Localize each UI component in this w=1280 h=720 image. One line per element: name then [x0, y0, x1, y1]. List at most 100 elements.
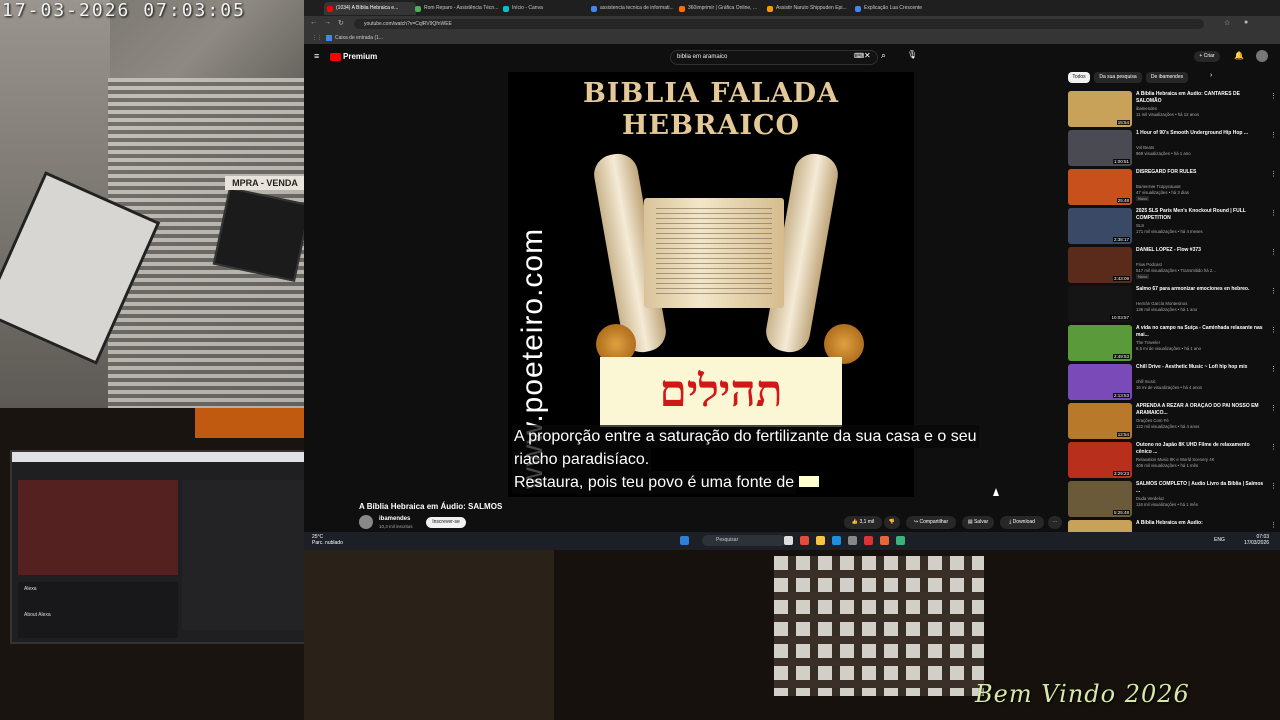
suggestion-thumbnail[interactable]: 2:49:53: [1068, 325, 1132, 361]
suggestion-thumbnail[interactable]: 25:48: [1068, 169, 1132, 205]
more-options-icon[interactable]: ⋮: [1270, 92, 1277, 100]
system-clock[interactable]: 07:03 17/03/2026: [1244, 534, 1269, 546]
more-options-icon[interactable]: ⋮: [1270, 482, 1277, 490]
more-options-icon[interactable]: ⋮: [1270, 287, 1277, 295]
back-icon[interactable]: ←: [310, 19, 317, 26]
suggestion-thumbnail[interactable]: 1:00:51: [1068, 130, 1132, 166]
suggestion-title[interactable]: Outono no Japão 8K UHD Filme de relaxame…: [1136, 442, 1264, 455]
suggestion-title[interactable]: 1 Hour of 90's Smooth Underground Hip Ho…: [1136, 130, 1264, 137]
suggestion-item[interactable]: 10:03:57 Salmo 67 para armonizar emocione…: [1068, 286, 1280, 322]
keyboard-icon[interactable]: ⌨: [854, 52, 864, 60]
like-button[interactable]: 👍 3,1 mil: [844, 516, 882, 529]
more-options-icon[interactable]: ⋮: [1270, 131, 1277, 139]
suggestion-thumbnail[interactable]: 5:25:48: [1068, 481, 1132, 517]
channel-avatar[interactable]: [359, 515, 373, 529]
suggestion-thumbnail[interactable]: 3:29:23: [1068, 442, 1132, 478]
browser-tab[interactable]: Explicação Lua Crescente: [852, 2, 944, 15]
apps-icon[interactable]: ⋮⋮: [312, 32, 322, 44]
suggestion-title[interactable]: SALMOS COMPLETO | Áudio Livro da Bíblia …: [1136, 481, 1264, 494]
more-options-icon[interactable]: ⋮: [1270, 365, 1277, 373]
chip-from-search[interactable]: Da sua pesquisa: [1094, 72, 1142, 83]
chip-all[interactable]: Todos: [1068, 72, 1090, 83]
store-icon[interactable]: [848, 536, 857, 545]
suggestion-item[interactable]: 2:49:53 A vida no campo na Suíça - Caminh…: [1068, 325, 1280, 361]
suggestion-thumbnail[interactable]: 12:54: [1068, 403, 1132, 439]
taskbar-search[interactable]: Pesquisar: [702, 535, 786, 546]
reload-icon[interactable]: ↻: [338, 19, 344, 27]
suggestion-title[interactable]: A vida no campo na Suíça - Caminhada rel…: [1136, 325, 1264, 338]
suggestion-thumbnail[interactable]: 3:43:09: [1068, 247, 1132, 283]
chip-from-channel[interactable]: De ibamendes: [1146, 72, 1188, 83]
bookmark-inbox[interactable]: Caixa de entrada (1...: [335, 32, 383, 44]
youtube-logo[interactable]: Premium: [330, 52, 377, 61]
save-button[interactable]: ▤ Salvar: [962, 516, 994, 529]
search-input[interactable]: biblia em aramaico: [670, 50, 878, 65]
forward-icon[interactable]: →: [324, 19, 331, 26]
clear-icon[interactable]: ✕: [864, 51, 871, 60]
suggestion-item[interactable]: 3:43:09 DANIEL LOPEZ - Flow #373 Flow Podc…: [1068, 247, 1280, 283]
suggestion-item[interactable]: 15:54 A Bíblia Hebraica em Áudio: CANTARE…: [1068, 91, 1280, 127]
more-options-icon[interactable]: ⋮: [1270, 170, 1277, 178]
download-button[interactable]: ⤓ Download: [1000, 516, 1044, 529]
browser-tab[interactable]: 360imprimir | Gráfica Online, ...: [676, 2, 768, 15]
suggestion-title[interactable]: Salmo 67 para armonizar emociones en heb…: [1136, 286, 1264, 293]
more-options-icon[interactable]: ⋮: [1270, 521, 1277, 529]
suggestion-title[interactable]: A Bíblia Hebraica em Áudio: CANTARES DE …: [1136, 91, 1264, 104]
suggestion-item[interactable]: 12:54 APRENDA A REZAR A ORAÇÃO DO PAI NOS…: [1068, 403, 1280, 439]
menu-icon[interactable]: ≡: [314, 51, 319, 61]
browser-tab[interactable]: (1034) A Bíblia Hebraica e...: [324, 2, 416, 15]
dislike-button[interactable]: 👎: [884, 516, 900, 529]
microphone-icon[interactable]: 🎙: [907, 50, 917, 59]
suggestion-item[interactable]: 2:38:17 2025 SLS Paris Men's Knockout Rou…: [1068, 208, 1280, 244]
app-icon[interactable]: [864, 536, 873, 545]
suggestion-item[interactable]: 25:48 DISREGARD FOR RULES Валентин Тсаруса…: [1068, 169, 1280, 205]
channel-name[interactable]: ibamendes: [379, 516, 410, 522]
language-indicator[interactable]: ENG: [1214, 537, 1225, 543]
suggestion-thumbnail[interactable]: 10:03:57: [1068, 286, 1132, 322]
suggestion-title[interactable]: APRENDA A REZAR A ORAÇÃO DO PAI NOSSO EM…: [1136, 403, 1264, 416]
suggestion-item[interactable]: 2:13:53 Chill Drive - Aesthetic Music ~ L…: [1068, 364, 1280, 400]
more-options-icon[interactable]: ⋮: [1270, 326, 1277, 334]
url-input[interactable]: youtube.com/watch?v=CqlRV9QfnWEE: [354, 19, 1204, 29]
edge-icon[interactable]: [832, 536, 841, 545]
browser-tab[interactable]: Assistir Naruto Shippuden Epi...: [764, 2, 856, 15]
tab-favicon: [327, 6, 333, 12]
suggestion-thumbnail[interactable]: 2:38:17: [1068, 208, 1132, 244]
chrome-icon[interactable]: [800, 536, 809, 545]
search-icon[interactable]: ⌕: [881, 50, 886, 61]
subscribe-button[interactable]: Inscrever-se: [426, 517, 466, 528]
suggestion-title[interactable]: Chill Drive - Aesthetic Music ~ Lofi hip…: [1136, 364, 1264, 371]
profile-icon[interactable]: ●: [1244, 19, 1248, 26]
file-explorer-icon[interactable]: [816, 536, 825, 545]
create-button[interactable]: + Criar: [1194, 51, 1220, 62]
suggestion-item[interactable]: 5:25:48 SALMOS COMPLETO | Áudio Livro da …: [1068, 481, 1280, 517]
suggestion-title[interactable]: A Bíblia Hebraica em Áudio:: [1136, 520, 1264, 527]
chevron-right-icon[interactable]: ›: [1210, 72, 1212, 79]
start-icon[interactable]: [680, 536, 689, 545]
avatar[interactable]: [1256, 50, 1268, 62]
taskview-icon[interactable]: [784, 536, 793, 545]
more-options-icon[interactable]: ⋮: [1270, 404, 1277, 412]
more-options-icon[interactable]: ⋮: [1270, 443, 1277, 451]
more-options-icon[interactable]: ⋮: [1270, 209, 1277, 217]
suggestion-item[interactable]: 3:29:23 Outono no Japão 8K UHD Filme de r…: [1068, 442, 1280, 478]
firefox-icon[interactable]: [880, 536, 889, 545]
more-options-icon[interactable]: ⋮: [1270, 248, 1277, 256]
suggestion-item[interactable]: 1:00:51 1 Hour of 90's Smooth Underground…: [1068, 130, 1280, 166]
suggestion-title[interactable]: 2025 SLS Paris Men's Knockout Round | FU…: [1136, 208, 1264, 221]
weather-widget[interactable]: 25°C Parc. nublado: [312, 534, 343, 546]
suggestion-thumbnail[interactable]: 2:13:53: [1068, 364, 1132, 400]
browser-tab[interactable]: assistencia tecnica de informati...: [588, 2, 680, 15]
app2-icon[interactable]: [896, 536, 905, 545]
suggestion-title[interactable]: DANIEL LOPEZ - Flow #373: [1136, 247, 1264, 254]
more-actions-button[interactable]: ⋯: [1048, 516, 1062, 529]
suggestion-title[interactable]: DISREGARD FOR RULES: [1136, 169, 1264, 176]
browser-tab[interactable]: Início - Canva: [500, 2, 592, 15]
notifications-icon[interactable]: 🔔: [1234, 51, 1244, 60]
star-icon[interactable]: ☆: [1224, 19, 1230, 27]
share-button[interactable]: ↪ Compartilhar: [906, 516, 956, 529]
suggestion-thumbnail[interactable]: 15:54: [1068, 91, 1132, 127]
browser-tab[interactable]: Rom Reparo - Assistência Técn...: [412, 2, 504, 15]
tab-favicon: [767, 6, 773, 12]
duration-badge: 3:43:09: [1112, 276, 1130, 281]
